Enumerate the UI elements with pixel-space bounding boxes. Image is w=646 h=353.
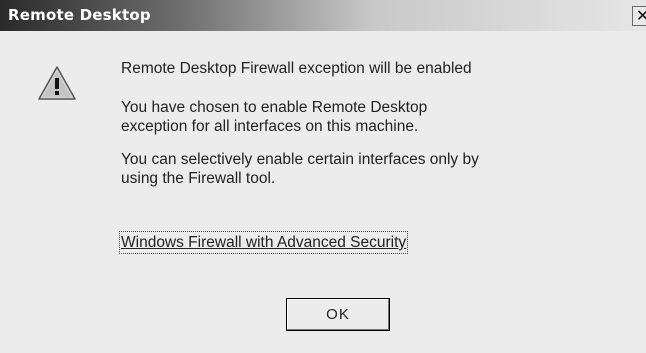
remote-desktop-dialog: Remote Desktop ✕ Remote Desktop Firewall… (0, 0, 646, 353)
message-paragraph-2: You can selectively enable certain inter… (121, 150, 479, 188)
message-paragraph-1-line-2: exception for all interfaces on this mac… (121, 118, 419, 135)
message-paragraph-1: You have chosen to enable Remote Desktop… (121, 98, 427, 136)
ok-button[interactable]: OK (286, 298, 390, 331)
title-bar[interactable]: Remote Desktop ✕ (0, 0, 646, 31)
firewall-advanced-security-link[interactable]: Windows Firewall with Advanced Security (118, 231, 409, 254)
warning-icon (38, 66, 76, 100)
message-paragraph-1-line-1: You have chosen to enable Remote Desktop (121, 99, 428, 116)
window-title: Remote Desktop (8, 6, 151, 24)
close-button[interactable]: ✕ (632, 6, 646, 26)
message-paragraph-2-line-2: using the Firewall tool. (121, 170, 276, 187)
close-icon: ✕ (636, 6, 646, 25)
message-heading: Remote Desktop Firewall exception will b… (121, 60, 472, 77)
message-paragraph-2-line-1: You can selectively enable certain inter… (121, 151, 479, 168)
